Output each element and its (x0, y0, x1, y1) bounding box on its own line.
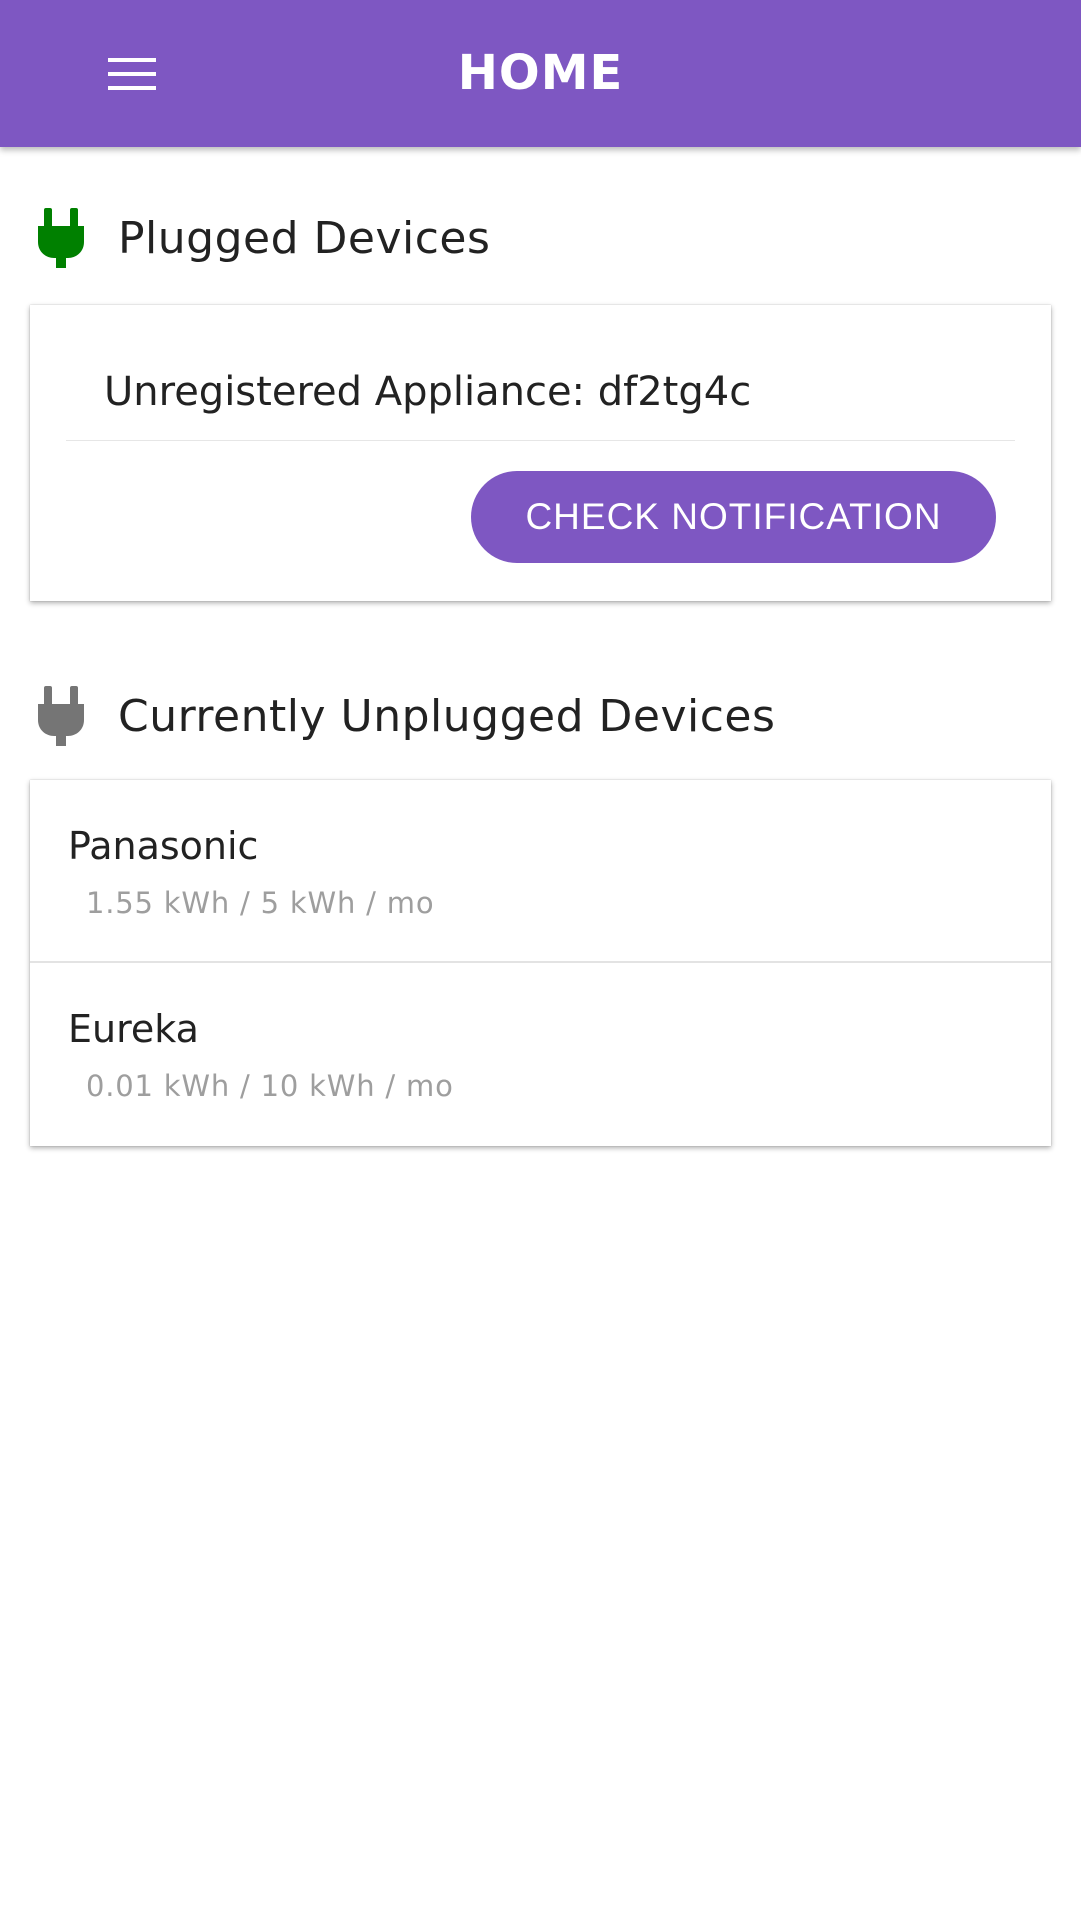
device-usage: 1.55 kWh / 5 kWh / mo (86, 886, 435, 920)
unplugged-devices-header: Currently Unplugged Devices (36, 686, 775, 746)
card-divider (66, 440, 1015, 441)
device-name: Eureka (68, 1007, 199, 1051)
plug-icon (38, 686, 84, 746)
hamburger-menu-icon (108, 58, 156, 90)
device-usage: 0.01 kWh / 10 kWh / mo (86, 1069, 454, 1103)
device-name: Panasonic (68, 824, 259, 868)
unregistered-appliance-card: Unregistered Appliance: df2tg4c CHECK NO… (30, 305, 1051, 601)
unregistered-appliance-text: Unregistered Appliance: df2tg4c (104, 369, 752, 415)
list-item-eureka[interactable]: Eureka 0.01 kWh / 10 kWh / mo (30, 963, 1051, 1144)
plug-icon (38, 208, 84, 268)
menu-button[interactable] (90, 36, 174, 112)
plugged-devices-title: Plugged Devices (118, 212, 491, 264)
check-notification-button[interactable]: CHECK NOTIFICATION (471, 471, 996, 563)
app-bar: HOME (0, 0, 1081, 147)
plugged-devices-header: Plugged Devices (36, 208, 490, 268)
unplugged-devices-title: Currently Unplugged Devices (118, 690, 776, 742)
list-item-panasonic[interactable]: Panasonic 1.55 kWh / 5 kWh / mo (30, 780, 1051, 963)
unplugged-devices-list: Panasonic 1.55 kWh / 5 kWh / mo Eureka 0… (30, 780, 1051, 1146)
